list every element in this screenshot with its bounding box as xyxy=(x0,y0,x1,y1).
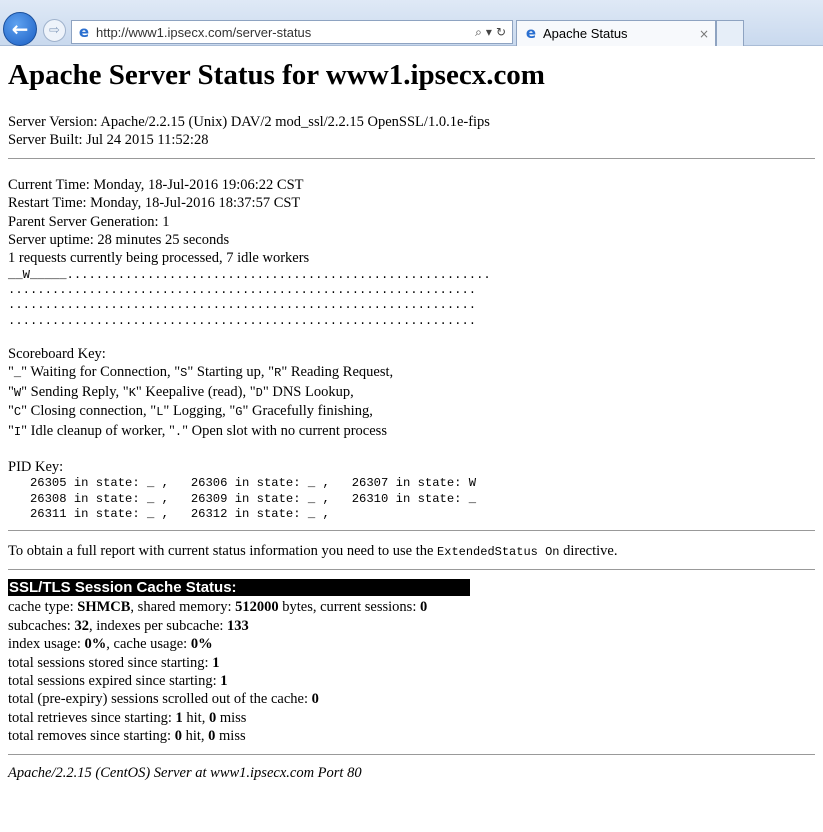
ssl-line: total (pre-expiry) sessions scrolled out… xyxy=(8,690,823,708)
divider xyxy=(8,753,815,755)
ssl-text: total sessions expired since starting: xyxy=(8,672,221,689)
key-text: " Starting up, " xyxy=(187,364,275,381)
ssl-line: total sessions expired since starting: 1 xyxy=(8,672,823,690)
extended-status-note: To obtain a full report with current sta… xyxy=(8,542,823,561)
forward-button[interactable]: ⇨ xyxy=(43,19,66,42)
ssl-line: cache type: SHMCB, shared memory: 512000… xyxy=(8,598,823,616)
ssl-text: cache type: xyxy=(8,599,78,616)
parent-generation: Parent Server Generation: 1 xyxy=(8,213,170,230)
ssl-text: miss xyxy=(215,728,246,745)
current-time: Current Time: Monday, 18-Jul-2016 19:06:… xyxy=(8,176,304,193)
ssl-line: index usage: 0%, cache usage: 0% xyxy=(8,635,823,653)
ssl-value: 1 xyxy=(212,654,220,671)
ssl-cache-header: SSL/TLS Session Cache Status: xyxy=(8,579,470,597)
ssl-line: total removes since starting: 0 hit, 0 m… xyxy=(8,727,823,745)
refresh-icon[interactable]: ↻ xyxy=(496,25,506,39)
ie-page-icon: e xyxy=(78,22,90,41)
tab-title: Apache Status xyxy=(543,26,628,41)
divider xyxy=(8,530,815,532)
ssl-value: 32 xyxy=(74,617,89,634)
key-text: " Gracefully finishing, xyxy=(242,403,373,420)
scoreboard-key: Scoreboard Key: "_" Waiting for Connecti… xyxy=(8,345,823,441)
browser-toolbar: ← ⇨ e http://www1.ipsecx.com/server-stat… xyxy=(0,0,823,46)
ssl-text: , shared memory: xyxy=(130,599,236,616)
ssl-text: total removes since starting: xyxy=(8,728,175,745)
pid-key-title: PID Key: xyxy=(8,459,64,476)
key-code: D xyxy=(255,385,263,400)
key-text: " Waiting for Connection, " xyxy=(21,364,181,381)
key-text: " Keepalive (read), " xyxy=(135,383,256,400)
pid-table: 26305 in state: _ , 26306 in state: _ , … xyxy=(29,476,477,522)
close-icon[interactable]: × xyxy=(699,27,715,41)
forward-arrow-icon: ⇨ xyxy=(49,23,60,38)
ssl-text: subcaches: xyxy=(8,617,75,634)
url-text[interactable]: http://www1.ipsecx.com/server-status xyxy=(96,25,475,40)
ssl-text: miss xyxy=(216,709,247,726)
address-bar[interactable]: e http://www1.ipsecx.com/server-status ⌕… xyxy=(71,20,513,44)
key-text: " Sending Reply, " xyxy=(21,383,129,400)
ssl-value: 512000 xyxy=(235,599,279,616)
ssl-text: hit, xyxy=(181,728,209,745)
ssl-text: total sessions stored since starting: xyxy=(8,654,213,671)
ie-tab-icon: e xyxy=(525,24,537,42)
ssl-text: , indexes per subcache: xyxy=(88,617,228,634)
search-icon[interactable]: ⌕ xyxy=(475,25,482,40)
ssl-value: SHMCB xyxy=(77,599,131,616)
new-tab-button[interactable] xyxy=(716,20,744,46)
ssl-value: 0 xyxy=(419,599,428,616)
back-button[interactable]: ← xyxy=(3,12,37,46)
scoreboard-key-line: "C" Closing connection, "L" Logging, "G"… xyxy=(8,403,373,420)
ssl-text: total retrieves since starting: xyxy=(8,709,176,726)
key-text: " Idle cleanup of worker, " xyxy=(21,422,175,439)
scoreboard-key-title: Scoreboard Key: xyxy=(8,346,106,363)
note-code: ExtendedStatus On xyxy=(437,545,560,560)
restart-time: Restart Time: Monday, 18-Jul-2016 18:37:… xyxy=(8,195,301,212)
server-uptime: Server uptime: 28 minutes 25 seconds xyxy=(8,232,230,249)
requests-status: 1 requests currently being processed, 7 … xyxy=(8,250,310,267)
address-bar-controls: ⌕ ▾ ↻ xyxy=(475,25,512,40)
page-title: Apache Server Status for www1.ipsecx.com xyxy=(8,59,545,91)
note-text: To obtain a full report with current sta… xyxy=(8,543,438,560)
divider xyxy=(8,569,815,571)
server-info: Server Version: Apache/2.2.15 (Unix) DAV… xyxy=(8,113,823,150)
ssl-line: total retrieves since starting: 1 hit, 0… xyxy=(8,709,823,727)
note-text: directive. xyxy=(559,543,618,560)
key-text: " Logging, " xyxy=(163,403,236,420)
scoreboard-key-line: "I" Idle cleanup of worker, "." Open slo… xyxy=(8,422,387,439)
ssl-text: , cache usage: xyxy=(106,636,191,653)
ssl-line: total sessions stored since starting: 1 xyxy=(8,654,823,672)
key-text: " Closing connection, " xyxy=(21,403,157,420)
tab-apache-status[interactable]: e Apache Status × xyxy=(516,20,716,46)
key-text: " Reading Request, xyxy=(281,364,394,381)
page-content: Apache Server Status for www1.ipsecx.com… xyxy=(0,58,823,782)
chevron-down-icon[interactable]: ▾ xyxy=(486,25,492,39)
ssl-value: 1 xyxy=(175,709,183,726)
runtime-info: Current Time: Monday, 18-Jul-2016 19:06:… xyxy=(8,176,823,268)
back-arrow-icon: ← xyxy=(11,17,29,41)
ssl-text: total (pre-expiry) sessions scrolled out… xyxy=(8,691,312,708)
scoreboard: __W_____................................… xyxy=(8,267,491,328)
ssl-value: 0 xyxy=(174,728,182,745)
server-version: Server Version: Apache/2.2.15 (Unix) DAV… xyxy=(8,114,490,130)
ssl-value: 0% xyxy=(190,636,213,653)
ssl-cache-status: cache type: SHMCB, shared memory: 512000… xyxy=(8,598,823,745)
ssl-value: 0% xyxy=(84,636,107,653)
ssl-value: 0 xyxy=(311,691,319,708)
scoreboard-key-line: "_" Waiting for Connection, "S" Starting… xyxy=(8,364,394,381)
key-text: " DNS Lookup, xyxy=(262,383,354,400)
ssl-value: 133 xyxy=(227,617,249,634)
ssl-text: bytes, current sessions: xyxy=(278,599,420,616)
key-code: K xyxy=(128,385,136,400)
ssl-text: hit, xyxy=(182,709,209,726)
divider xyxy=(8,157,815,159)
server-signature: Apache/2.2.15 (CentOS) Server at www1.ip… xyxy=(8,764,362,781)
scoreboard-key-line: "W" Sending Reply, "K" Keepalive (read),… xyxy=(8,383,354,400)
ssl-line: subcaches: 32, indexes per subcache: 133 xyxy=(8,617,823,635)
ssl-text: index usage: xyxy=(8,636,85,653)
key-text: " Open slot with no current process xyxy=(182,422,387,439)
ssl-value: 1 xyxy=(220,672,228,689)
server-built: Server Built: Jul 24 2015 11:52:28 xyxy=(8,132,209,149)
